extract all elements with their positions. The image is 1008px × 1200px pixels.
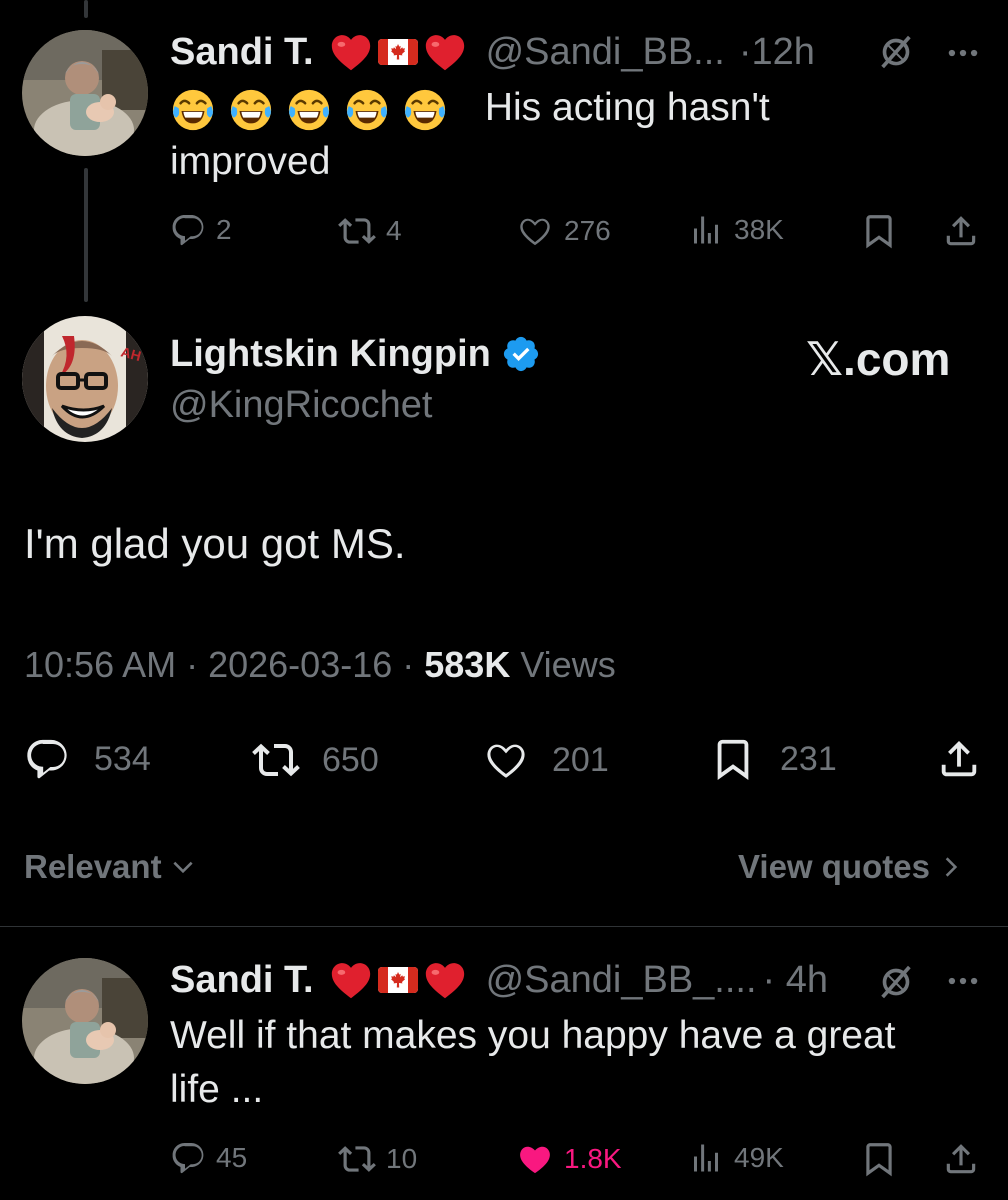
tweet-text-line: improved [170, 140, 331, 183]
reply-button[interactable]: 2 [170, 212, 232, 248]
avatar[interactable]: AH [22, 316, 148, 442]
retweet-icon [338, 1140, 376, 1178]
like-icon [516, 212, 554, 250]
handle[interactable]: @Sandi_BB... [486, 31, 725, 74]
grok-icon[interactable] [876, 962, 916, 1002]
tweet-text-line: life ... [170, 1068, 264, 1111]
views-button[interactable]: 38K [688, 212, 784, 248]
x-watermark: 𝕏.com [806, 333, 951, 385]
share-icon[interactable] [942, 212, 980, 250]
bookmark-icon [710, 736, 756, 782]
views-label: Views [510, 644, 616, 685]
canada-flag-icon [377, 967, 418, 993]
retweet-icon [252, 736, 300, 784]
share-icon[interactable] [936, 736, 982, 782]
thread-connector [84, 168, 88, 302]
view-quotes-link[interactable]: View quotes [738, 848, 964, 886]
bookmark-icon[interactable] [860, 1140, 898, 1178]
views-icon [688, 212, 724, 248]
reply-button[interactable]: 534 [24, 736, 151, 782]
bookmark-icon[interactable] [860, 212, 898, 250]
views-button[interactable]: 49K [688, 1140, 784, 1176]
handle[interactable]: @Sandi_BB_.... [486, 959, 757, 1002]
retweet-button[interactable]: 4 [338, 212, 402, 250]
laughing-emoji-icon [402, 87, 448, 133]
like-filled-icon [516, 1140, 554, 1178]
chevron-down-icon [172, 861, 193, 874]
tweet-header: Sandi T. @Sandi_BB... ·12h [170, 28, 815, 76]
like-button[interactable]: 201 [482, 736, 609, 784]
retweet-count: 10 [386, 1143, 418, 1174]
tweet-timestamp[interactable]: 10:56 AM · 2026-03-16 · [24, 644, 424, 685]
reply-icon [170, 1140, 206, 1176]
share-icon[interactable] [942, 1140, 980, 1178]
verified-icon [503, 336, 538, 372]
view-count: 49K [734, 1142, 784, 1173]
tweet-text-line: Well if that makes you happy have a grea… [170, 1014, 896, 1057]
like-icon [482, 736, 530, 784]
tweet-text-line: His acting hasn't [484, 86, 770, 129]
reply-button[interactable]: 45 [170, 1140, 247, 1176]
more-icon[interactable] [944, 34, 982, 72]
heart-emoji-icon [328, 29, 374, 75]
avatar[interactable] [22, 30, 148, 156]
laughing-emoji-icon [228, 87, 274, 133]
view-count: 38K [734, 214, 784, 245]
retweet-button[interactable]: 650 [252, 736, 379, 784]
timestamp[interactable]: ·12h [739, 31, 815, 74]
reply-count: 534 [94, 739, 151, 778]
sort-label: Relevant [24, 848, 162, 885]
bookmark-button[interactable]: 231 [710, 736, 837, 782]
timestamp[interactable]: · 4h [763, 959, 828, 1002]
tweet-header: Lightskin Kingpin [170, 330, 541, 378]
tweet-text: His acting hasn't [170, 80, 770, 136]
heart-emoji-icon [328, 957, 374, 1003]
view-count: 583K [424, 644, 511, 685]
tweet-text: I'm glad you got MS. [24, 520, 406, 567]
tweet-meta: 10:56 AM · 2026-03-16 · 583K Views [24, 644, 616, 686]
display-name[interactable]: Sandi T. [170, 31, 314, 74]
display-name[interactable]: Sandi T. [170, 959, 314, 1002]
reply-icon [24, 736, 70, 782]
like-button[interactable]: 1.8K [516, 1140, 622, 1178]
view-quotes-label: View quotes [738, 848, 930, 885]
like-count: 201 [552, 740, 609, 779]
sort-dropdown[interactable]: Relevant [24, 848, 196, 886]
grok-icon[interactable] [876, 32, 916, 72]
divider [0, 926, 1008, 927]
more-icon[interactable] [944, 962, 982, 1000]
heart-emoji-icon [422, 29, 468, 75]
canada-flag-icon [377, 39, 418, 65]
views-icon [688, 1140, 724, 1176]
reply-count: 2 [216, 214, 232, 245]
laughing-emoji-icon [344, 87, 390, 133]
retweet-icon [338, 212, 376, 250]
avatar[interactable] [22, 958, 148, 1084]
like-count: 1.8K [564, 1143, 622, 1174]
laughing-emoji-icon [170, 87, 216, 133]
tweet-header: Sandi T. @Sandi_BB_.... · 4h [170, 956, 828, 1004]
thread-connector [84, 0, 88, 18]
chevron-right-icon [945, 857, 958, 877]
bookmark-count: 231 [780, 739, 837, 778]
handle[interactable]: @KingRicochet [170, 384, 432, 427]
like-count: 276 [564, 215, 611, 246]
retweet-count: 4 [386, 215, 402, 246]
heart-emoji-icon [422, 957, 468, 1003]
laughing-emoji-icon [286, 87, 332, 133]
reply-count: 45 [216, 1142, 248, 1173]
display-name[interactable]: Lightskin Kingpin [170, 333, 491, 376]
retweet-button[interactable]: 10 [338, 1140, 417, 1178]
reply-icon [170, 212, 206, 248]
like-button[interactable]: 276 [516, 212, 611, 250]
retweet-count: 650 [322, 740, 379, 779]
